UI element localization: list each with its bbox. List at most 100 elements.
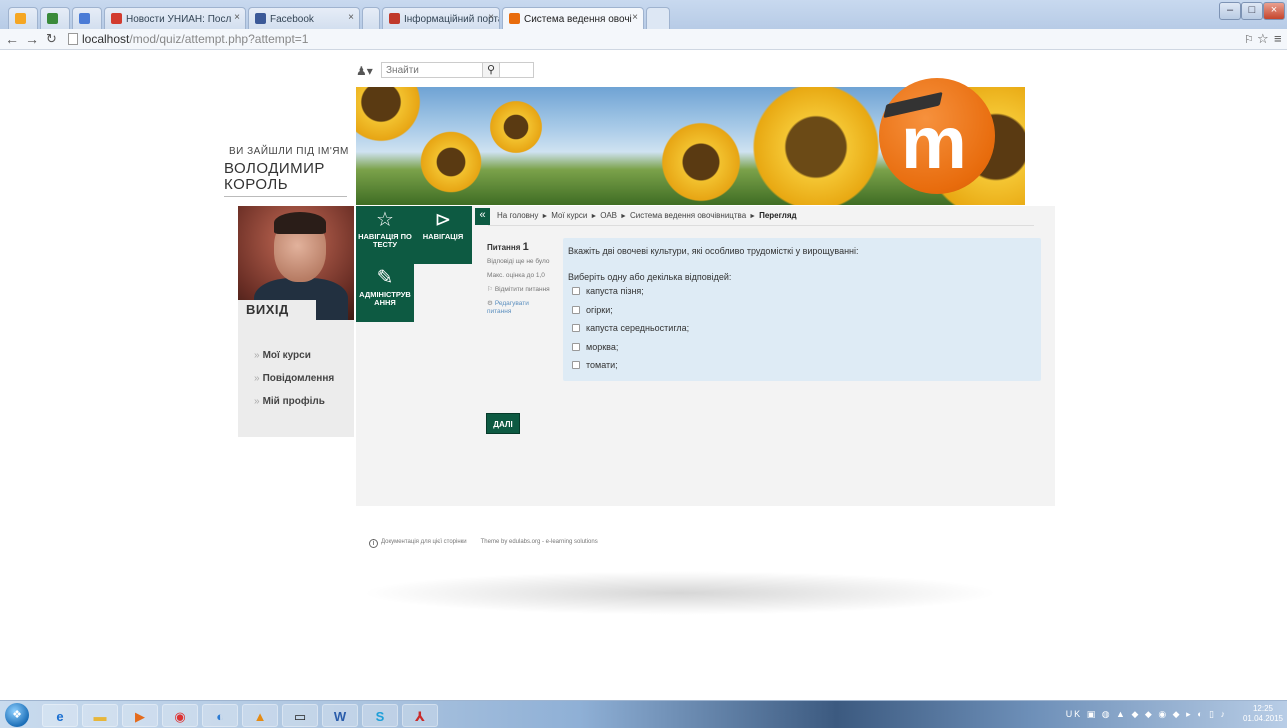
breadcrumb-separator-icon: ► [620, 213, 627, 220]
tile-label: АННЯ [374, 298, 396, 307]
user-name-line2: КОРОЛЬ [224, 176, 289, 193]
skype-icon[interactable]: S [362, 704, 398, 727]
theme-credit[interactable]: Theme by edulabs.org - e-learning soluti… [481, 539, 598, 545]
word-icon[interactable]: W [322, 704, 358, 727]
maximize-button[interactable]: □ [1241, 2, 1263, 20]
side-menu-item-messages[interactable]: » Повідомлення [254, 373, 334, 396]
forward-arrow-icon[interactable]: → [25, 31, 39, 47]
tile-administration[interactable]: ✎ АДМІНІСТРУВ АННЯ [356, 264, 414, 322]
language-indicator[interactable]: UK [1066, 709, 1083, 719]
url-path: /mod/quiz/attempt.php?attempt=1 [129, 32, 309, 46]
user-name-line1: ВОЛОДИМИР [224, 160, 325, 177]
tab-title: Інформаційний портал [404, 14, 500, 25]
question-status: Відповіді ще не було [487, 258, 550, 265]
answer-checkbox[interactable] [572, 324, 580, 332]
chrome-icon[interactable]: ◉ [162, 704, 198, 727]
sunflower-image [486, 97, 546, 157]
clock-date: 01.04.2015 [1242, 714, 1283, 723]
double-chevron-left-icon: « [479, 209, 486, 221]
explorer-folder-icon[interactable]: ▬ [82, 704, 118, 727]
info-icon: i [369, 539, 378, 548]
reload-icon[interactable]: ↻ [46, 31, 57, 47]
close-window-button[interactable]: × [1263, 2, 1285, 20]
flag-question-link[interactable]: ⚐ Відмітити питання [487, 286, 551, 294]
back-arrow-icon[interactable]: ← [5, 31, 19, 47]
search-input[interactable] [381, 62, 534, 78]
browser-tab[interactable]: Новости УНИАН: Посл × [104, 7, 246, 29]
moodle-favicon-icon [509, 13, 520, 24]
user-name: ВОЛОДИМИР КОРОЛЬ [224, 161, 325, 193]
tab-close-icon[interactable]: × [632, 12, 638, 23]
answer-label: огірки; [586, 305, 613, 315]
search-button[interactable]: ⚲ [482, 62, 500, 78]
decorative-shadow [360, 571, 1000, 615]
answer-option[interactable]: капуста пізня; [572, 286, 644, 298]
menu-icon[interactable]: ≡ [1274, 31, 1282, 46]
answer-checkbox[interactable] [572, 361, 580, 369]
question-box [563, 238, 1041, 381]
side-menu-item-my-profile[interactable]: » Мій профіль [254, 396, 334, 419]
new-tab-button[interactable] [646, 7, 670, 29]
answer-checkbox[interactable] [572, 306, 580, 314]
logout-button[interactable]: ВИХІД [238, 300, 316, 320]
next-button[interactable]: ДАЛІ [486, 413, 520, 434]
breadcrumb-separator-icon: ► [590, 213, 598, 220]
answer-option[interactable]: морква; [572, 342, 618, 354]
browser-tab[interactable] [8, 7, 38, 29]
sunflower-image [356, 87, 426, 147]
question-number: Питання 1 [487, 242, 551, 253]
url-host: localhost [82, 32, 130, 46]
answer-checkbox[interactable] [572, 343, 580, 351]
translate-icon[interactable]: ⚐ [1244, 33, 1254, 46]
answer-option[interactable]: огірки; [572, 305, 613, 317]
answer-option[interactable]: томати; [572, 360, 618, 372]
bookmark-star-icon[interactable]: ☆ [1257, 31, 1269, 47]
tab-close-icon[interactable]: × [234, 12, 240, 23]
edit-question-link[interactable]: ⚙ Редагувати питання [487, 300, 551, 316]
breadcrumb-item[interactable]: Система ведення овочівництва [630, 211, 746, 220]
answer-label: капуста пізня; [586, 286, 644, 296]
tab-favicon-icon [15, 13, 26, 24]
answer-label: томати; [586, 360, 618, 370]
browser-tab[interactable]: Інформаційний портал × [382, 7, 500, 29]
answer-label: морква; [586, 342, 619, 352]
side-menu-item-my-courses[interactable]: » Мої курси [254, 350, 334, 373]
browser-tab[interactable] [40, 7, 70, 29]
question-max-grade: Макс. оцінка до 1,0 [487, 272, 545, 279]
command-prompt-icon[interactable]: ▭ [282, 704, 318, 727]
tab-close-icon[interactable]: × [348, 12, 354, 23]
clock[interactable]: 12:25 01.04.2015 [1243, 704, 1283, 724]
browser-tab[interactable]: Facebook × [248, 7, 360, 29]
breadcrumb-item[interactable]: На головну [497, 211, 538, 220]
app-icon[interactable]: ▲ [242, 704, 278, 727]
page-icon [68, 33, 78, 45]
browser-tab[interactable] [362, 7, 380, 29]
tab-close-icon[interactable]: × [488, 12, 494, 23]
tile-quiz-navigation[interactable]: ☆ НАВІГАЦІЯ ПО ТЕСТУ [356, 206, 414, 264]
media-player-icon[interactable]: ▶ [122, 704, 158, 727]
breadcrumb-item[interactable]: Мої курси [551, 211, 587, 220]
docs-link[interactable]: Документація для цієї сторінки [381, 539, 467, 545]
start-button[interactable]: ❖ [5, 703, 29, 727]
breadcrumb-item[interactable]: ОАВ [600, 211, 617, 220]
breadcrumb: На головну ► Мої курси ► ОАВ ► Система ведення… [497, 211, 797, 220]
collapse-button[interactable]: « [475, 208, 490, 225]
minimize-button[interactable]: – [1219, 2, 1241, 20]
sunflower-image [656, 117, 746, 205]
url-field[interactable]: localhost/mod/quiz/attempt.php?attempt=1 [82, 32, 308, 46]
ie-icon[interactable]: e [42, 704, 78, 727]
answer-label: капуста середньостигла; [586, 323, 690, 333]
answer-checkbox[interactable] [572, 287, 580, 295]
acrobat-icon[interactable]: ⅄ [402, 704, 438, 727]
answer-option[interactable]: капуста середньостигла; [572, 323, 689, 335]
app-icon[interactable]: ◐ [202, 704, 238, 727]
edit-label: Редагувати питання [487, 300, 529, 315]
breadcrumb-separator-icon: ► [541, 213, 549, 220]
compass-icon: ⊳ [434, 209, 452, 231]
browser-tab[interactable] [72, 7, 102, 29]
people-icon[interactable]: ♟▾ [356, 64, 373, 78]
windows-logo-icon: ❖ [12, 709, 22, 721]
breadcrumb-separator-icon: ► [749, 213, 757, 220]
tile-navigation[interactable]: ⊳ НАВІГАЦІЯ [414, 206, 472, 264]
browser-tab-active[interactable]: Система ведення овочі × [502, 7, 644, 29]
